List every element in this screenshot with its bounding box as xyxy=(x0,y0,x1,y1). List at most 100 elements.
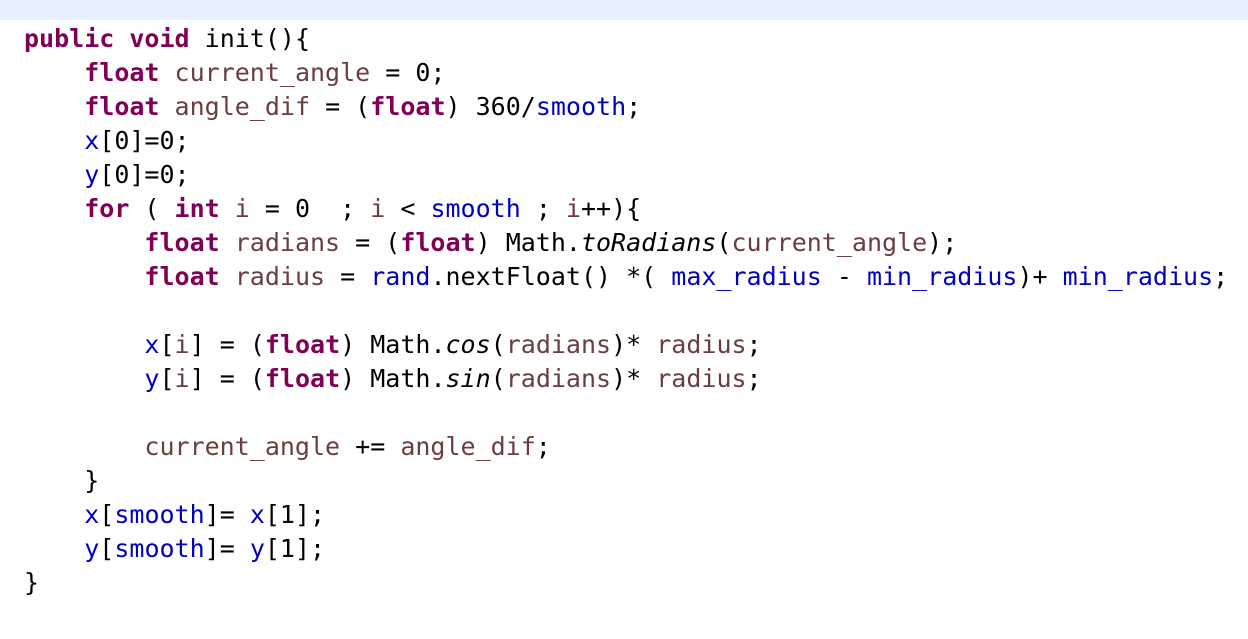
code-token: x xyxy=(144,330,160,359)
code-token: [0]=0; xyxy=(99,160,190,189)
code-token: current_angle xyxy=(144,432,341,461)
code-editor[interactable]: public void init(){ float current_angle … xyxy=(24,22,1248,639)
code-line: x[i] = (float) Math.cos(radians)* radius… xyxy=(24,328,1248,362)
code-token: )* xyxy=(611,330,657,359)
code-token: radians xyxy=(505,330,612,359)
code-token: smooth xyxy=(114,534,205,563)
code-line: float radians = (float) Math.toRadians(c… xyxy=(24,226,1248,260)
code-token: ); xyxy=(927,228,958,257)
code-token: [ xyxy=(99,534,115,563)
code-token: )+ xyxy=(1017,262,1063,291)
code-token: current_angle xyxy=(174,58,371,87)
code-token: radius xyxy=(656,364,747,393)
code-token: i xyxy=(565,194,581,223)
code-token: float xyxy=(144,262,220,291)
code-token: .nextFloat() *( xyxy=(430,262,672,291)
code-token: = xyxy=(325,262,371,291)
code-token: int xyxy=(174,194,220,223)
code-token: ] = ( xyxy=(189,364,265,393)
code-token: float xyxy=(144,228,220,257)
code-token: init(){ xyxy=(189,24,311,53)
code-token: y xyxy=(84,160,100,189)
code-token: float xyxy=(400,228,476,257)
code-token: ( xyxy=(490,364,506,393)
code-token: [ xyxy=(159,364,175,393)
code-token: float xyxy=(370,92,446,121)
code-token: ) Math. xyxy=(340,364,446,393)
code-token: ( xyxy=(490,330,506,359)
code-token: cos xyxy=(445,330,491,359)
code-token: min_radius xyxy=(1062,262,1214,291)
code-token: [ xyxy=(159,330,175,359)
code-token: } xyxy=(24,466,100,495)
code-token: ; xyxy=(626,92,642,121)
code-token: = ( xyxy=(310,92,371,121)
current-line-highlight xyxy=(0,0,1248,20)
code-line: x[smooth]= x[1]; xyxy=(24,498,1248,532)
code-line: y[i] = (float) Math.sin(radians)* radius… xyxy=(24,362,1248,396)
code-token: ; xyxy=(746,330,762,359)
code-token: void xyxy=(129,24,190,53)
code-token: [ xyxy=(99,500,115,529)
code-token: for xyxy=(84,194,130,223)
code-token: } xyxy=(24,568,40,597)
code-token: angle_dif xyxy=(400,432,536,461)
code-token: radians xyxy=(505,364,612,393)
code-token: x xyxy=(249,500,265,529)
code-token: [1]; xyxy=(264,534,326,563)
code-line: } xyxy=(24,464,1248,498)
code-token: ; xyxy=(1213,262,1229,291)
code-token: ( xyxy=(716,228,732,257)
code-token: smooth xyxy=(535,92,627,121)
code-token: y xyxy=(84,534,100,563)
code-token: )* xyxy=(611,364,657,393)
code-token: i xyxy=(174,364,190,393)
code-line: y[0]=0; xyxy=(24,158,1248,192)
code-token: x xyxy=(84,500,100,529)
code-token: x xyxy=(84,126,100,155)
code-token: smooth xyxy=(114,500,205,529)
code-token: float xyxy=(84,92,160,121)
code-line: for ( int i = 0 ; i < smooth ; i++){ xyxy=(24,192,1248,226)
code-token: [1]; xyxy=(264,500,326,529)
code-token: smooth xyxy=(430,194,521,223)
code-token: float xyxy=(264,364,341,393)
code-line: public void init(){ xyxy=(24,22,1248,56)
code-token: y xyxy=(249,534,265,563)
code-token: ++){ xyxy=(580,194,642,223)
code-token: - xyxy=(821,262,867,291)
code-token: toRadians xyxy=(580,228,717,257)
code-token: ] = ( xyxy=(189,330,265,359)
code-token: i xyxy=(174,330,190,359)
code-token: = 0; xyxy=(370,58,446,87)
code-line: y[smooth]= y[1]; xyxy=(24,532,1248,566)
code-token: [0]=0; xyxy=(99,126,190,155)
code-line: current_angle += angle_dif; xyxy=(24,430,1248,464)
code-line: float current_angle = 0; xyxy=(24,56,1248,90)
code-token: = ( xyxy=(340,228,401,257)
code-token: current_angle xyxy=(731,228,928,257)
code-token: < xyxy=(385,194,431,223)
code-token: sin xyxy=(445,364,491,393)
code-token: ]= xyxy=(204,534,250,563)
code-token: = 0 ; xyxy=(249,194,371,223)
code-token: min_radius xyxy=(866,262,1018,291)
code-token: ]= xyxy=(204,500,250,529)
code-line: x[0]=0; xyxy=(24,124,1248,158)
code-token: radius xyxy=(234,262,326,291)
